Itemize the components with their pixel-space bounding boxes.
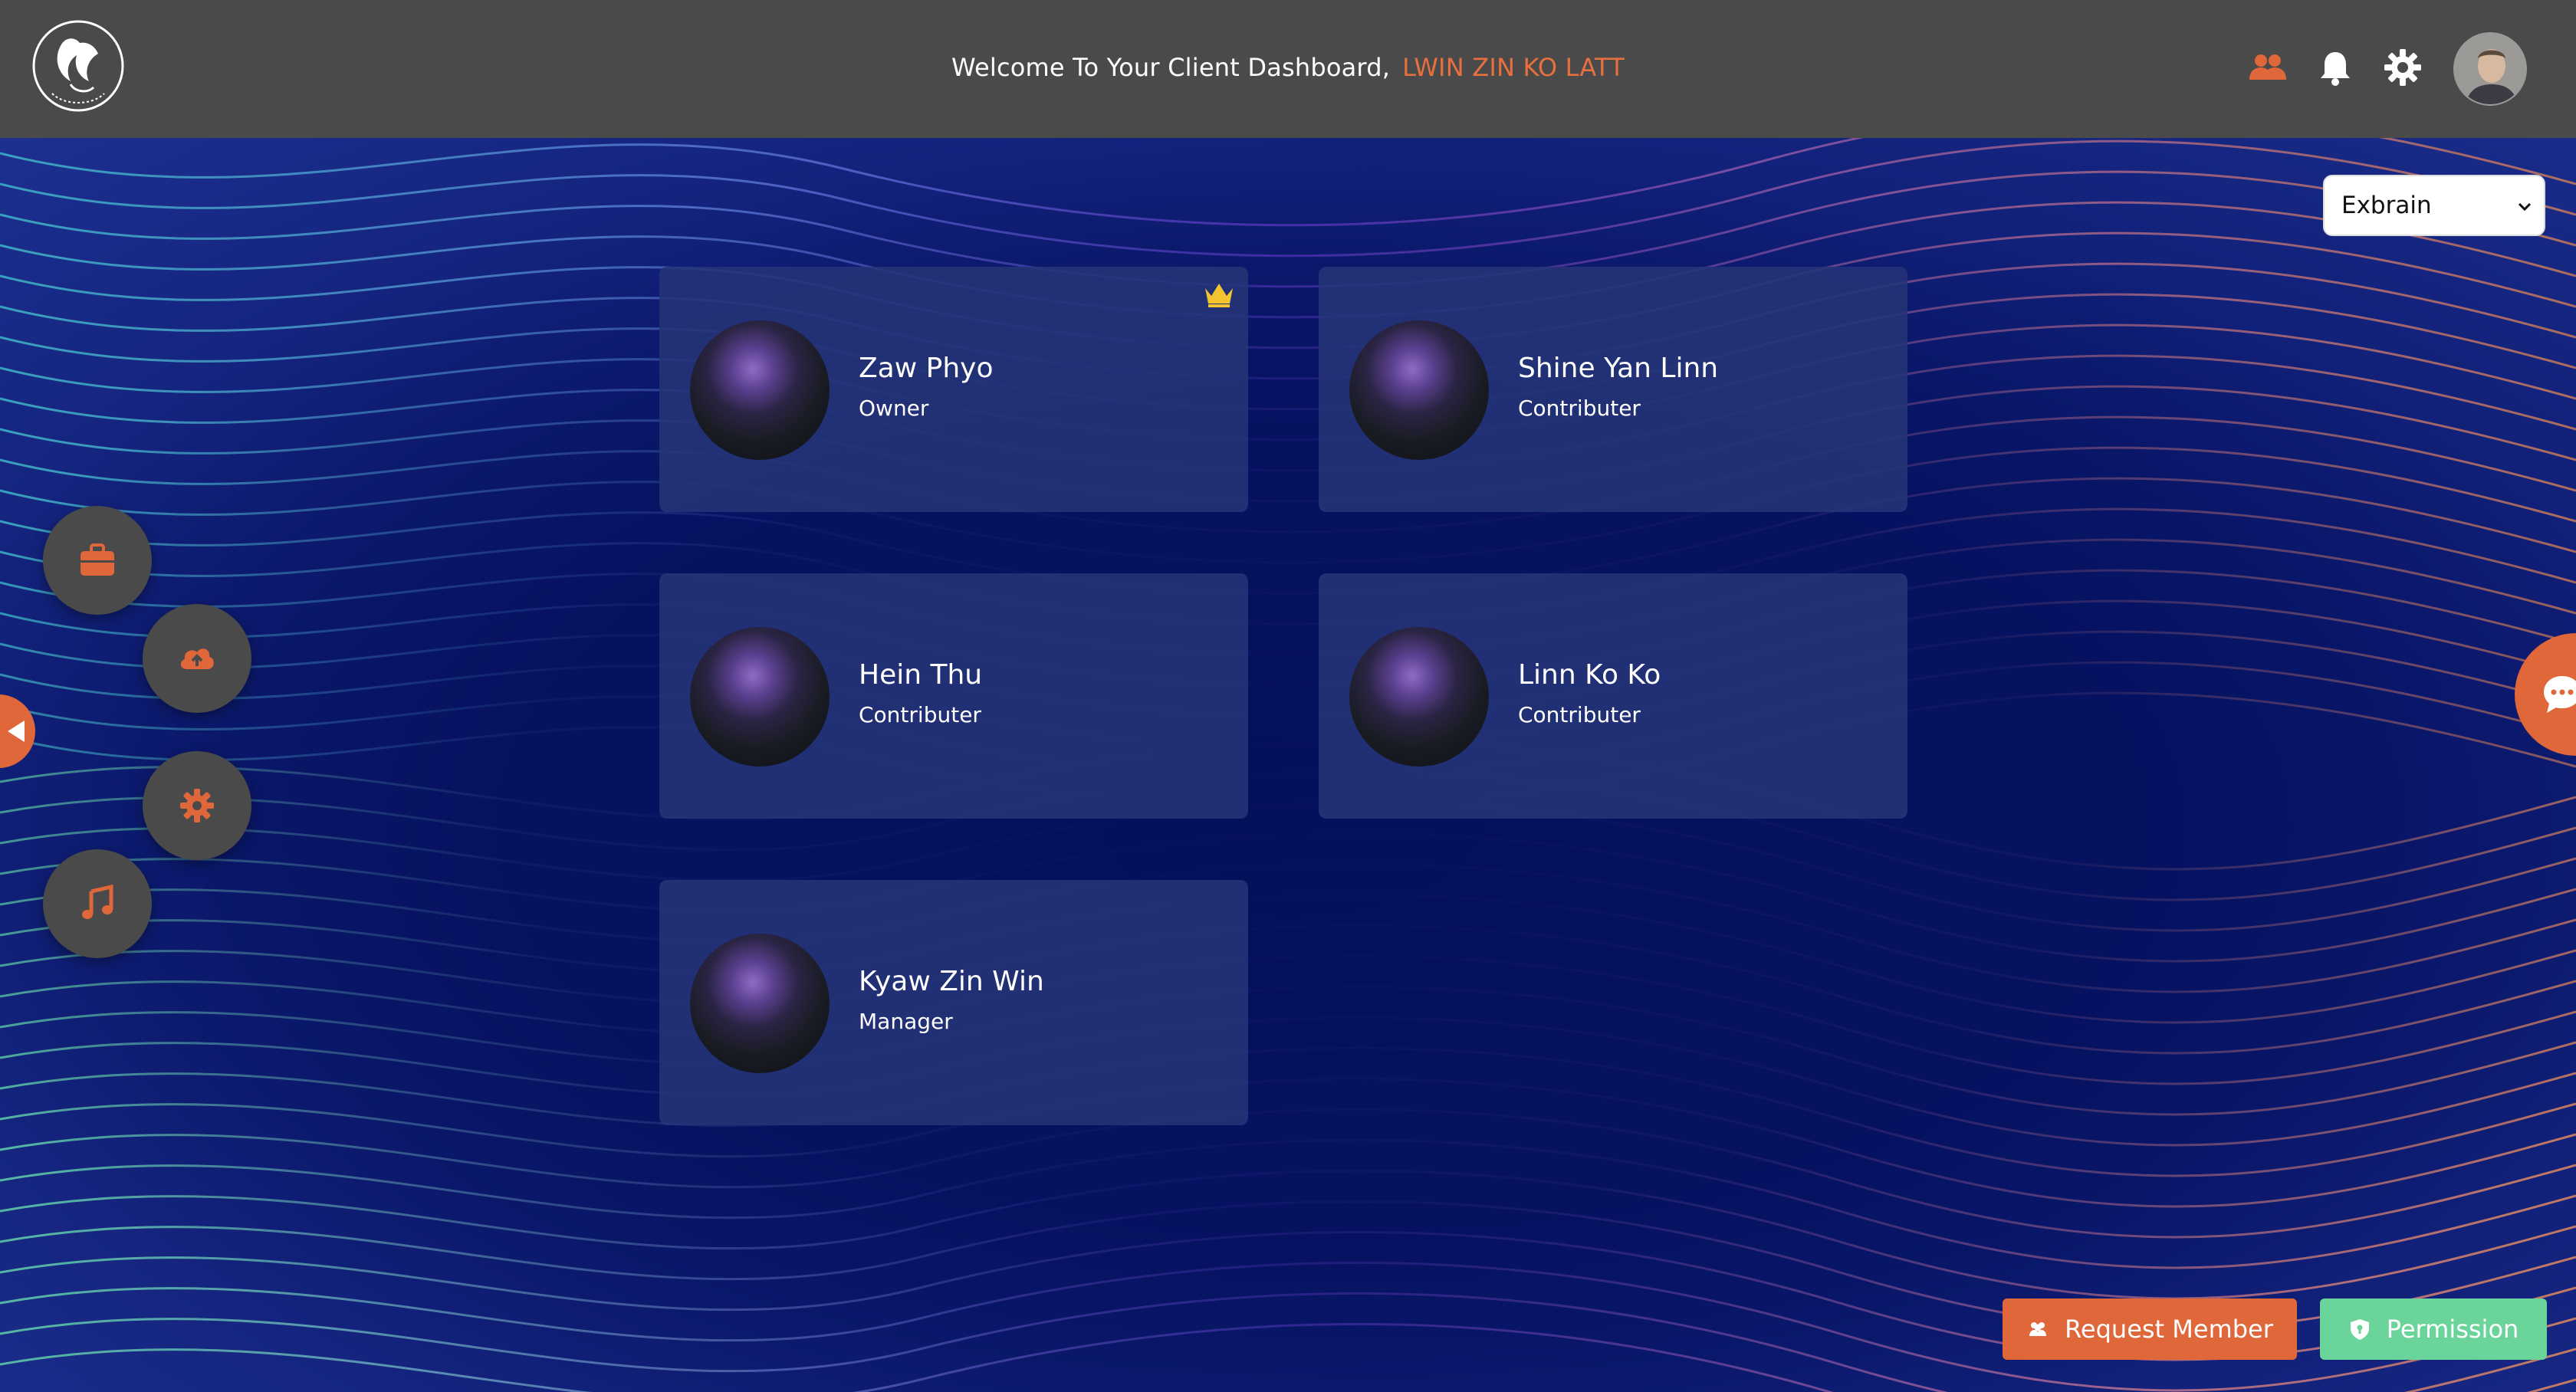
shield-icon	[2350, 1319, 2369, 1340]
team-select-value: Exbrain	[2341, 192, 2432, 219]
member-role: Owner	[859, 396, 929, 421]
member-card-kyaw-zin-win[interactable]: Kyaw Zin Win Manager	[659, 880, 1248, 1125]
permission-button[interactable]: Permission	[2320, 1298, 2547, 1360]
cloud-upload-icon	[180, 648, 214, 669]
users-icon	[2029, 1322, 2047, 1336]
member-avatar	[690, 934, 830, 1073]
request-member-button[interactable]: Request Member	[2003, 1298, 2297, 1360]
welcome-text: Welcome To Your Client Dashboard,	[951, 53, 1391, 82]
team-select[interactable]: Exbrain	[2323, 175, 2545, 236]
user-avatar[interactable]	[2453, 32, 2527, 106]
crown-icon	[1205, 284, 1233, 307]
member-name: Hein Thu	[859, 659, 983, 691]
member-name: Kyaw Zin Win	[859, 966, 1044, 997]
settings-button[interactable]	[143, 751, 251, 860]
gear-icon	[180, 789, 214, 822]
welcome-banner: Welcome To Your Client Dashboard, LWIN Z…	[0, 0, 2576, 135]
user-avatar-image	[2455, 34, 2525, 104]
member-avatar	[690, 627, 830, 767]
bell-icon[interactable]	[2315, 48, 2355, 87]
member-name: Linn Ko Ko	[1518, 659, 1661, 691]
chevron-down-icon	[2518, 202, 2532, 212]
member-avatar	[1349, 320, 1489, 460]
member-role: Contributer	[1518, 702, 1641, 727]
member-avatar	[1349, 627, 1489, 767]
gear-icon[interactable]	[2383, 48, 2423, 87]
caret-left-icon	[8, 721, 25, 742]
top-header: Welcome To Your Client Dashboard, LWIN Z…	[0, 0, 2576, 138]
member-card-linn-ko-ko[interactable]: Linn Ko Ko Contributer	[1319, 573, 1907, 819]
permission-label: Permission	[2386, 1315, 2519, 1344]
briefcase-icon	[80, 543, 114, 576]
projects-button[interactable]	[43, 506, 152, 615]
user-name: LWIN ZIN KO LATT	[1402, 53, 1625, 82]
member-card-shine-yan-linn[interactable]: Shine Yan Linn Contributer	[1319, 267, 1907, 512]
music-button[interactable]	[43, 849, 152, 958]
member-role: Contributer	[1518, 396, 1641, 421]
chat-icon	[2544, 676, 2576, 713]
member-role: Contributer	[859, 702, 981, 727]
background-waves	[0, 138, 2576, 1392]
member-card-hein-thu[interactable]: Hein Thu Contributer	[659, 573, 1248, 819]
users-icon[interactable]	[2248, 48, 2288, 87]
member-role: Manager	[859, 1009, 953, 1034]
member-avatar	[690, 320, 830, 460]
member-name: Zaw Phyo	[859, 353, 994, 384]
upload-button[interactable]	[143, 604, 251, 713]
member-name: Shine Yan Linn	[1518, 353, 1719, 384]
member-card-zaw-phyo[interactable]: Zaw Phyo Owner	[659, 267, 1248, 512]
main-content	[0, 138, 2576, 1392]
request-member-label: Request Member	[2065, 1315, 2273, 1344]
music-note-icon	[82, 884, 113, 919]
